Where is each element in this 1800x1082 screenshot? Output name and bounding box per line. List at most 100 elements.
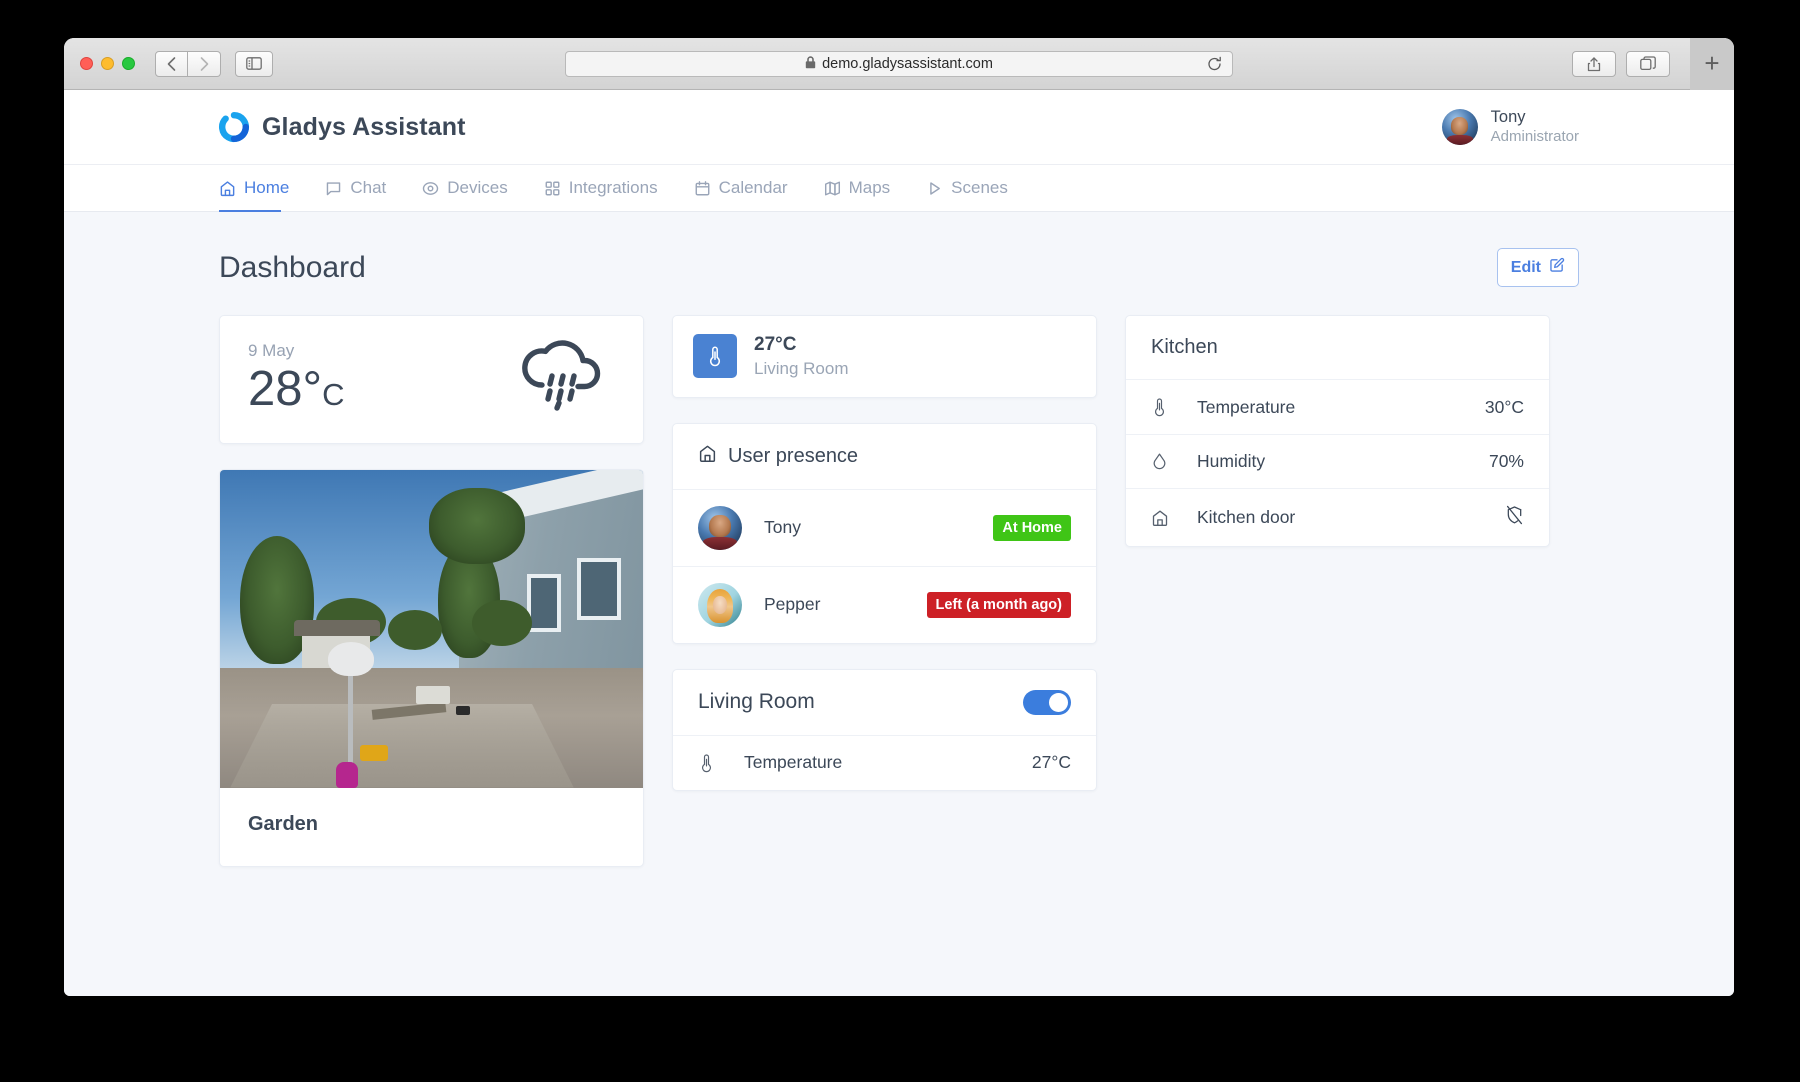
kitchen-header: Kitchen [1126, 316, 1549, 380]
presence-user-name: Tony [764, 517, 801, 538]
dashboard-column-2: 27°C Living Room User presence Tony At H… [672, 315, 1097, 791]
device-row[interactable]: Temperature 30°C [1126, 380, 1549, 434]
map-icon [824, 180, 841, 197]
pepper-avatar [698, 582, 742, 627]
app-header: Gladys Assistant Tony Administrator [64, 90, 1734, 164]
tony-avatar [698, 505, 742, 550]
brand[interactable]: Gladys Assistant [219, 112, 466, 142]
device-name: Temperature [744, 752, 843, 773]
dog [456, 706, 470, 715]
presence-row[interactable]: Pepper Left (a month ago) [673, 565, 1096, 643]
nav-item-scenes[interactable]: Scenes [912, 165, 1022, 211]
lock-icon [805, 55, 816, 72]
brand-title: Gladys Assistant [262, 112, 466, 141]
device-row[interactable]: Temperature 27°C [673, 736, 1096, 790]
weather-card: 9 May 28°C [219, 315, 644, 444]
nav-item-calendar[interactable]: Calendar [680, 165, 802, 211]
forward-button[interactable] [188, 50, 221, 77]
main-nav: Home Chat Devices Integrations Calendar … [64, 164, 1734, 212]
nav-label: Calendar [718, 178, 788, 197]
avatar [1441, 109, 1478, 145]
minimize-window-button[interactable] [101, 57, 114, 70]
device-summary-card[interactable]: 27°C Living Room [672, 315, 1097, 398]
nav-label: Devices [447, 178, 508, 197]
status-badge: Left (a month ago) [926, 591, 1071, 618]
gladys-logo-icon [219, 112, 249, 142]
room-power-toggle[interactable] [1023, 689, 1071, 715]
user-role: Administrator [1490, 127, 1579, 145]
nav-item-home[interactable]: Home [219, 165, 303, 212]
shield-off-icon [1505, 505, 1524, 530]
device-summary-text: 27°C Living Room [754, 333, 849, 380]
nav-label: Integrations [568, 178, 658, 197]
window-controls [64, 57, 135, 70]
grid-icon [544, 180, 561, 197]
maximize-window-button[interactable] [122, 57, 135, 70]
kitchen-title: Kitchen [1151, 336, 1218, 358]
toolbar-right-buttons: + [1572, 38, 1734, 90]
address-bar[interactable]: demo.gladysassistant.com [565, 50, 1233, 77]
sidebar-toggle-button[interactable] [235, 50, 273, 77]
room-title: Living Room [698, 690, 815, 714]
navigation-buttons [155, 50, 221, 77]
nav-label: Chat [350, 178, 387, 197]
living-room-header: Living Room [673, 670, 1096, 736]
weather-temperature-unit: C [322, 377, 345, 412]
tab-overview-button[interactable] [1626, 50, 1670, 77]
weather-temperature-value: 28° [248, 362, 323, 416]
edit-button-label: Edit [1510, 258, 1541, 276]
living-room-card: Living Room Temperature 27°C [672, 668, 1097, 791]
dashboard-column-3: Kitchen Temperature 30°C Humidity 70% Ki… [1125, 315, 1550, 547]
camera-card[interactable]: Garden [219, 469, 644, 867]
shed-roof [294, 620, 380, 636]
window [527, 574, 561, 632]
home-icon [219, 180, 236, 197]
presence-user-name: Pepper [764, 594, 821, 615]
nav-item-integrations[interactable]: Integrations [530, 165, 672, 211]
browser-toolbar: demo.gladysassistant.com + [64, 38, 1734, 90]
device-value: 70% [1488, 451, 1524, 471]
toy-table [360, 745, 388, 761]
page-header: Dashboard Edit [219, 248, 1579, 287]
device-row[interactable]: Kitchen door [1126, 488, 1549, 546]
device-name: Kitchen door [1197, 507, 1296, 527]
new-tab-button[interactable]: + [1690, 38, 1734, 90]
user-menu[interactable]: Tony Administrator [1441, 107, 1579, 146]
nav-item-devices[interactable]: Devices [408, 165, 521, 211]
reload-icon[interactable] [1207, 56, 1222, 71]
back-button[interactable] [155, 50, 188, 77]
user-presence-title: User presence [728, 444, 859, 467]
status-badge: At Home [993, 514, 1071, 541]
tree [429, 488, 525, 564]
device-value: 30°C [1484, 396, 1524, 417]
device-name: Humidity [1197, 451, 1266, 471]
nav-label: Maps [848, 178, 891, 197]
patio-chair [416, 686, 450, 704]
nav-item-maps[interactable]: Maps [810, 165, 905, 211]
rain-cloud-icon [517, 338, 601, 417]
edit-button[interactable]: Edit [1496, 248, 1579, 287]
address-bar-url: demo.gladysassistant.com [822, 55, 993, 72]
nav-item-chat[interactable]: Chat [311, 165, 400, 211]
gladys-app: Gladys Assistant Tony Administrator Home [64, 90, 1734, 996]
kitchen-card: Kitchen Temperature 30°C Humidity 70% Ki… [1125, 315, 1550, 547]
bush [388, 610, 442, 650]
weather-date: 9 May [248, 341, 295, 360]
close-window-button[interactable] [80, 57, 93, 70]
device-room: Living Room [754, 358, 849, 378]
share-button[interactable] [1572, 50, 1616, 77]
device-name: Temperature [1197, 396, 1296, 417]
thermometer-icon [1151, 397, 1197, 417]
play-icon [926, 180, 943, 197]
chat-icon [325, 180, 342, 197]
thermometer-icon [698, 753, 744, 773]
device-row[interactable]: Humidity 70% [1126, 434, 1549, 488]
user-presence-header: User presence [673, 424, 1096, 490]
calendar-icon [694, 180, 711, 197]
presence-row[interactable]: Tony At Home [673, 490, 1096, 566]
home-icon [698, 444, 717, 469]
bush [472, 600, 532, 646]
nav-label: Scenes [951, 178, 1008, 197]
weather-temperature: 28°C [248, 365, 345, 414]
window [577, 558, 621, 620]
